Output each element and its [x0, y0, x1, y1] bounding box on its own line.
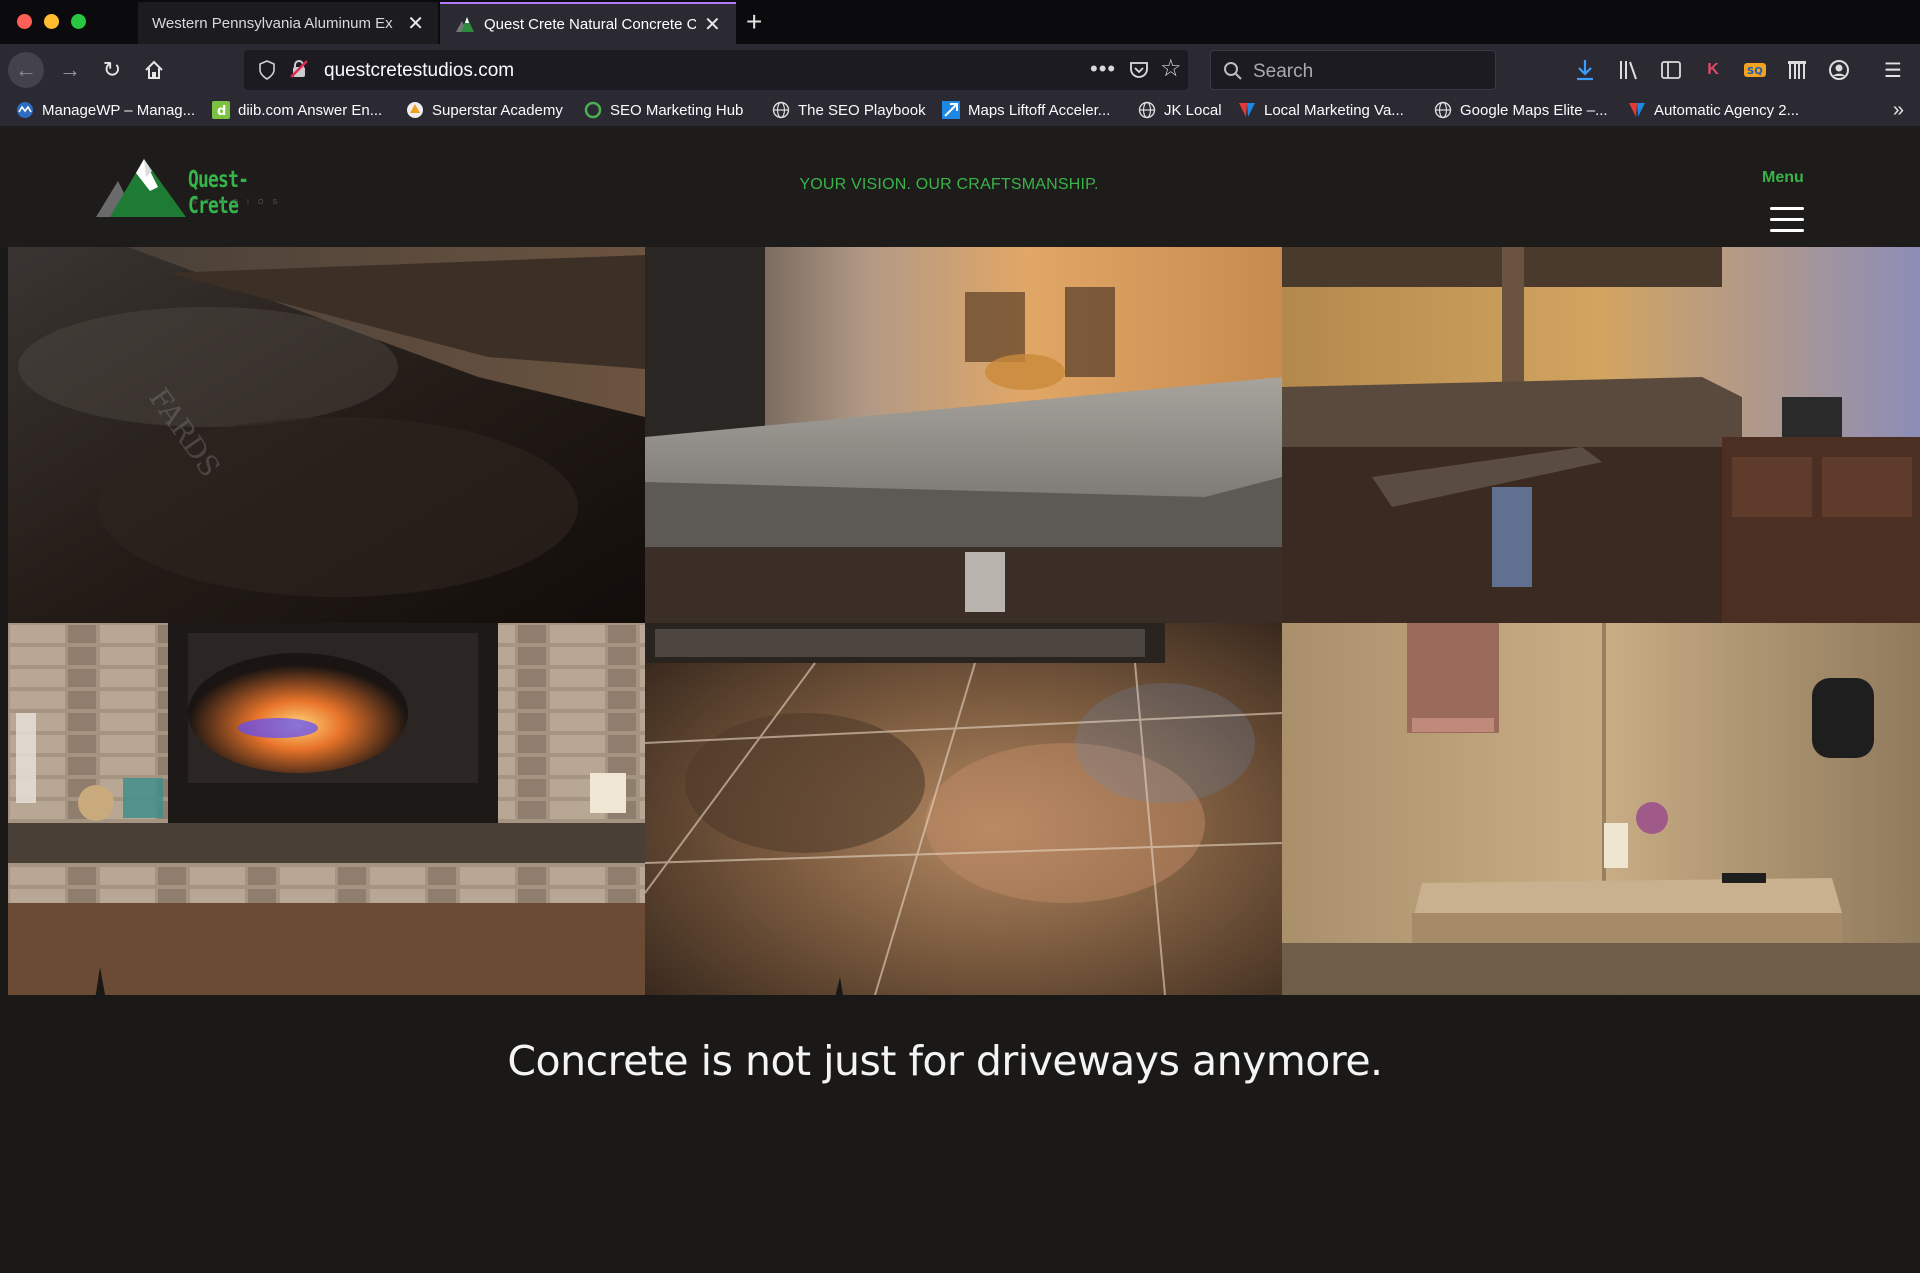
bookmark-item[interactable]: SEO Marketing Hub [584, 101, 743, 119]
downloads-icon[interactable] [1572, 57, 1598, 83]
reload-icon[interactable]: ↻ [94, 52, 130, 88]
bookmark-label: diib.com Answer En... [238, 101, 383, 119]
bookmark-item[interactable]: Superstar Academy [406, 101, 563, 119]
svg-text:d: d [217, 104, 226, 119]
search-bar[interactable]: Search [1210, 50, 1496, 90]
close-window-button[interactable] [17, 14, 32, 29]
bookmark-item[interactable]: Automatic Agency 2... [1628, 101, 1799, 119]
pocket-icon[interactable] [1128, 59, 1150, 81]
bookmark-label: Automatic Agency 2... [1654, 101, 1800, 119]
tab-close-icon[interactable]: ✕ [407, 11, 424, 36]
local-marketing-icon [1238, 101, 1256, 119]
menu-label[interactable]: Menu [1762, 169, 1804, 187]
bookmark-label: Google Maps Elite –... [1460, 101, 1608, 119]
new-tab-plus-icon[interactable]: + [746, 6, 762, 38]
minimize-window-button[interactable] [44, 14, 59, 29]
superstar-icon [406, 101, 424, 119]
site-header: Quest-Crete STUDIOS YOUR VISION. OUR CRA… [0, 127, 1920, 247]
bookmark-label: JK Local [1164, 101, 1222, 119]
tab-western-pennsylvania[interactable]: Western Pennsylvania Aluminum Ex ✕ [138, 2, 438, 44]
tab-label: Quest Crete Natural Concrete C [484, 15, 696, 33]
seo-hub-icon [584, 101, 602, 119]
browser-titlebar: Western Pennsylvania Aluminum Ex ✕ Quest… [0, 0, 1920, 44]
automatic-agency-icon [1628, 101, 1646, 119]
hamburger-menu-icon[interactable]: ☰ [1880, 57, 1906, 83]
bookmark-item[interactable]: The SEO Playbook [772, 101, 926, 119]
bookmark-item[interactable]: Google Maps Elite –... [1434, 101, 1608, 119]
bookmark-item[interactable]: JK Local [1138, 101, 1222, 119]
bookmark-label: Local Marketing Va... [1264, 101, 1404, 119]
back-arrow-icon[interactable]: ← [8, 52, 44, 88]
bookmark-label: The SEO Playbook [798, 101, 926, 119]
tab-label: Western Pennsylvania Aluminum Ex [152, 14, 393, 32]
bookmark-item[interactable]: ManageWP – Manag... [16, 101, 195, 119]
gallery-photo-basement-bar[interactable] [1282, 247, 1920, 623]
site-hamburger-icon[interactable] [1770, 207, 1804, 233]
home-icon[interactable] [136, 52, 172, 88]
seoquake-extension-icon[interactable]: SQ [1742, 57, 1768, 83]
gallery-photo-concrete-countertop[interactable]: FARDS [8, 247, 645, 623]
page-actions-more-icon[interactable]: ••• [1090, 56, 1116, 82]
bookmarks-overflow-chevron-icon[interactable]: » [1893, 99, 1904, 122]
bookmark-label: ManageWP – Manag... [42, 101, 196, 119]
browser-navbar: ← → ↻ questcretestudios.com ••• ☆ Search… [0, 44, 1920, 97]
library-icon[interactable] [1616, 57, 1642, 83]
url-text: questcretestudios.com [324, 60, 515, 81]
bookmark-star-icon[interactable]: ☆ [1160, 54, 1182, 83]
globe-icon [1434, 101, 1452, 119]
bookmarks-toolbar: ManageWP – Manag... d diib.com Answer En… [0, 97, 1920, 127]
maximize-window-button[interactable] [71, 14, 86, 29]
extension-grid-icon[interactable] [1784, 57, 1810, 83]
hero-text-section [0, 1117, 1920, 1273]
bookmark-item[interactable]: Local Marketing Va... [1238, 101, 1404, 119]
connection-not-secure-icon[interactable] [290, 60, 308, 78]
project-gallery: FARDS [8, 247, 1920, 995]
bookmark-label: Superstar Academy [432, 101, 563, 119]
url-bar[interactable]: questcretestudios.com ••• ☆ [244, 50, 1188, 90]
hero-headline: Concrete is not just for driveways anymo… [507, 1037, 1383, 1085]
k-extension-icon[interactable]: K [1700, 57, 1726, 83]
tab-quest-crete[interactable]: Quest Crete Natural Concrete C ✕ [440, 2, 736, 44]
search-icon [1223, 61, 1243, 81]
sidebar-icon[interactable] [1658, 57, 1684, 83]
tracking-shield-icon[interactable] [258, 60, 276, 80]
bookmark-item[interactable]: d diib.com Answer En... [212, 101, 382, 119]
bookmark-item[interactable]: Maps Liftoff Acceler... [942, 101, 1110, 119]
managewp-icon [16, 101, 34, 119]
svg-text:SQ: SQ [1747, 66, 1763, 77]
forward-arrow-icon[interactable]: → [52, 52, 88, 88]
bookmark-label: Maps Liftoff Acceler... [968, 101, 1111, 119]
bookmark-label: SEO Marketing Hub [610, 101, 744, 119]
globe-icon [1138, 101, 1156, 119]
diib-icon: d [212, 101, 230, 119]
maps-liftoff-icon [942, 101, 960, 119]
tab-close-icon[interactable]: ✕ [704, 12, 721, 37]
account-icon[interactable] [1826, 57, 1852, 83]
site-tagline: YOUR VISION. OUR CRAFTSMANSHIP. [799, 176, 1099, 193]
website-viewport: Quest-Crete STUDIOS YOUR VISION. OUR CRA… [0, 127, 1920, 1273]
quest-crete-favicon-icon [454, 15, 476, 33]
gallery-photo-kitchen-countertop[interactable] [645, 247, 1282, 623]
search-input: Search [1253, 61, 1314, 82]
globe-icon [772, 101, 790, 119]
logo-subtitle: STUDIOS [192, 199, 287, 206]
